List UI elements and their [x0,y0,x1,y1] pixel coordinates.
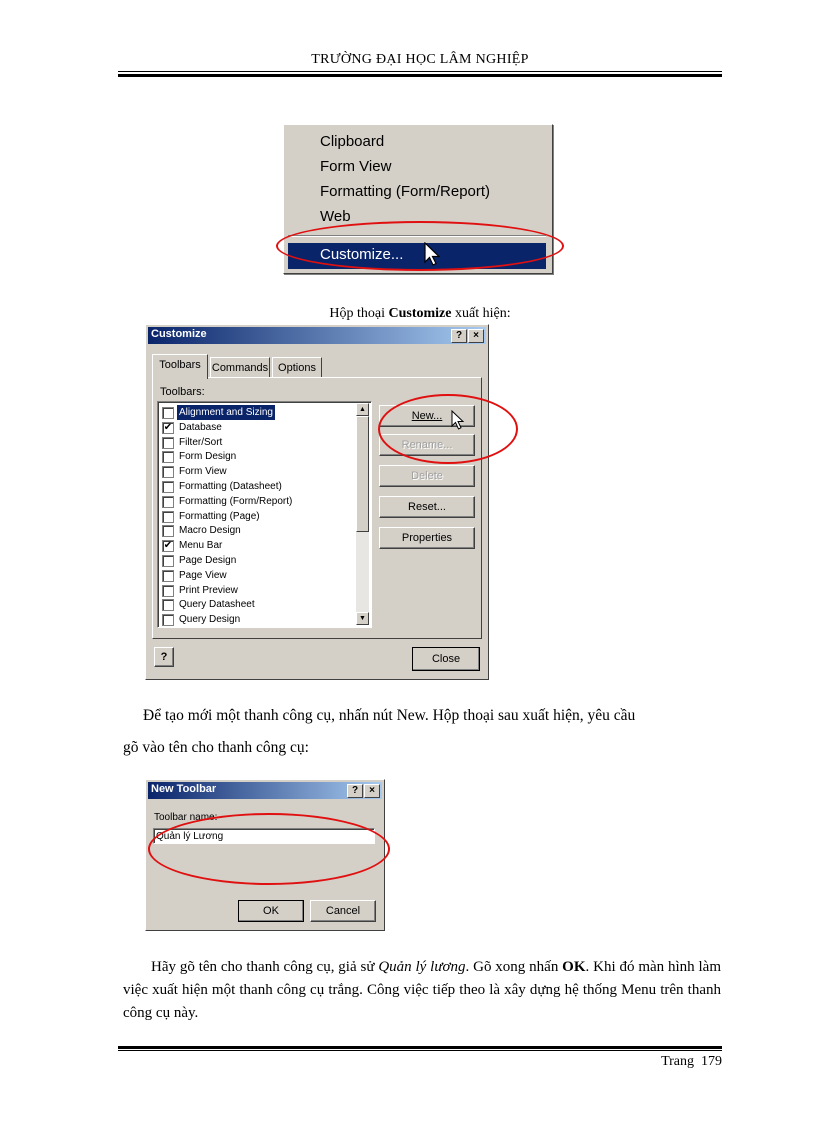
toolbar-list-item-label: Menu Bar [179,540,223,552]
checkbox-icon[interactable] [162,599,174,612]
toolbar-list-item-label: Page View [179,569,227,581]
dialog-titlebar: New Toolbar ? × [148,782,382,799]
toolbar-list-item-label: Form Design [179,451,237,463]
paragraph-new-toolbar-line1: Để tạo mới một thanh công cụ, nhấn nút N… [143,707,636,724]
ok-button[interactable]: OK [238,900,304,922]
toolbar-list-item-label: Form View [179,466,227,478]
page-number: Trang 179 [600,1054,722,1070]
customize-dialog: Customize ? × Toolbars Commands Options … [145,324,489,680]
toolbar-list-item-label: Print Preview [179,584,238,596]
checkbox-checked-icon[interactable]: ✔ [162,421,174,434]
para2-italic: Quản lý lương [378,959,466,975]
toolbar-list-item-label: Page Design [179,555,237,566]
checkbox-icon[interactable] [162,495,174,508]
highlight-ring-toolbar-name [148,813,390,885]
checkbox-icon[interactable] [162,451,174,464]
para2-bold: OK [562,959,586,975]
delete-button[interactable]: Delete [379,465,475,487]
help-icon[interactable]: ? [154,647,174,667]
para2-text-2: . Gõ xong nhấn [465,959,563,975]
checkbox-icon[interactable] [162,525,174,538]
highlight-ring-customize [276,221,564,271]
checkbox-checked-icon[interactable]: ✔ [162,540,174,553]
close-button[interactable]: Close [412,647,480,671]
page-label: Trang [661,1054,694,1069]
paragraph-explanation: Hãy gõ tên cho thanh công cụ, giả sử Quả… [123,956,721,1025]
menu-item-clipboard[interactable]: Clipboard [320,133,384,150]
toolbar-list-item-label: Formatting (Form/Report) [179,495,293,507]
header-rule-thin [118,71,722,72]
reset-button[interactable]: Reset... [379,496,475,518]
toolbar-list-item-label: Alignment and Sizing [177,405,275,420]
para2-text-1: Hãy gõ tên cho thanh công cụ, giả sử [151,959,379,975]
page-number-value: 179 [701,1054,722,1069]
menu-item-formatting-form-report[interactable]: Formatting (Form/Report) [320,183,490,200]
checkbox-icon[interactable] [162,436,174,449]
toolbar-list-item-label: Query Datasheet [179,599,255,611]
scroll-down-icon[interactable]: ▼ [356,612,369,625]
help-title-button[interactable]: ? [347,784,363,798]
checkbox-icon[interactable] [162,555,174,567]
toolbar-list-item-label: Formatting (Datasheet) [179,481,282,492]
properties-button[interactable]: Properties [379,527,475,549]
footer-rule-thick [118,1046,722,1049]
checkbox-icon[interactable] [162,481,174,493]
caption-customize: Hộp thoại Customize xuất hiện: [118,304,722,324]
caption-bold: Customize [388,306,452,321]
footer-rule-thin [118,1050,722,1051]
dialog-titlebar: Customize ? × [148,327,486,344]
close-title-button[interactable]: × [468,329,484,343]
dialog-title: Customize [151,328,207,340]
scroll-up-icon[interactable]: ▲ [356,403,369,416]
help-title-button[interactable]: ? [451,329,467,343]
toolbar-list-item-label: Macro Design [179,525,241,537]
menu-item-web[interactable]: Web [320,208,351,225]
menu-item-form-view[interactable]: Form View [320,158,391,175]
tab-options[interactable]: Options [272,357,322,378]
page-header-title: TRƯỜNG ĐẠI HỌC LÂM NGHIỆP [311,52,529,67]
paragraph-new-toolbar-line2: gõ vào tên cho thanh công cụ: [123,739,309,756]
checkbox-icon[interactable] [162,584,174,597]
caption-text: Hộp thoại [329,306,389,321]
toolbar-list-item-label: Filter/Sort [179,436,223,448]
checkbox-icon[interactable] [162,510,174,523]
toolbar-list-item-label: Query Design [179,614,241,626]
checkbox-icon[interactable] [162,466,174,479]
close-title-button[interactable]: × [364,784,380,798]
toolbar-list-item-label: Database [179,421,222,433]
checkbox-icon[interactable] [162,407,174,419]
tab-toolbars[interactable]: Toolbars [152,354,208,379]
header-rule-thick [118,74,722,77]
toolbars-list-label: Toolbars: [160,386,205,398]
scrollbar-thumb[interactable] [356,416,369,532]
highlight-ring-new-button [378,394,518,464]
checkbox-icon[interactable] [162,614,174,627]
caption-text-end: xuất hiện: [451,306,511,321]
toolbars-listbox[interactable]: Alignment and Sizing ✔ Database Filter/Sort… [157,401,372,628]
tab-commands[interactable]: Commands [210,357,270,378]
toolbar-list-item-label: Formatting (Page) [179,510,260,522]
checkbox-icon[interactable] [162,569,174,582]
listbox-scrollbar[interactable]: ▲ ▼ [356,403,369,625]
cancel-button[interactable]: Cancel [310,900,376,922]
dialog-title: New Toolbar [151,783,217,795]
